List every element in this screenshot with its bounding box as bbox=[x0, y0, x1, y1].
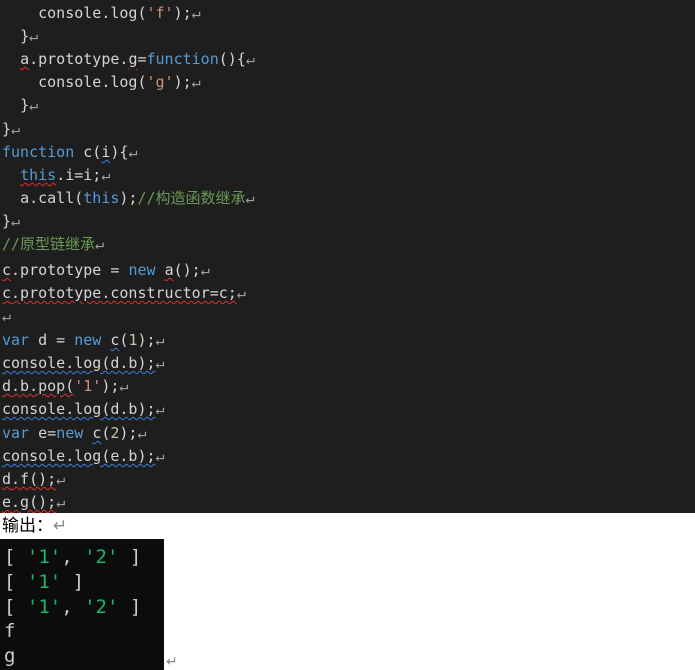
paragraph-mark: ↵ bbox=[56, 470, 66, 488]
code-line-10: }↵ bbox=[2, 212, 21, 230]
code-line-5: }↵ bbox=[20, 96, 39, 114]
paragraph-mark: ↵ bbox=[29, 27, 39, 45]
code-line-17: d.b.pop('1');↵ bbox=[2, 377, 129, 395]
code-line-12: c.prototype = new a();↵ bbox=[2, 261, 210, 279]
console-line-5: g bbox=[4, 645, 16, 667]
code-token: console bbox=[38, 4, 102, 22]
paragraph-mark: ↵ bbox=[245, 189, 255, 207]
paragraph-mark: ↵ bbox=[2, 307, 12, 325]
console-line-2: [ '1' ] bbox=[4, 571, 85, 593]
console-line-4: f bbox=[4, 620, 16, 642]
code-line-13: c.prototype.constructor=c;↵ bbox=[2, 284, 246, 302]
code-line-8: this.i=i;↵ bbox=[20, 166, 111, 184]
paragraph-mark: ↵ bbox=[128, 143, 138, 161]
code-line-11: //原型链继承↵ bbox=[2, 235, 105, 253]
paragraph-mark: ↵ bbox=[245, 50, 255, 68]
code-line-20: console.log(e.b);↵ bbox=[2, 447, 165, 465]
code-line-1: console.log('f');↵ bbox=[38, 4, 201, 22]
code-line-19: var e=new c(2);↵ bbox=[2, 424, 147, 442]
code-line-2: }↵ bbox=[20, 27, 39, 45]
code-line-16: console.log(d.b);↵ bbox=[2, 354, 165, 372]
code-line-6: }↵ bbox=[2, 120, 21, 138]
paragraph-mark: ↵ bbox=[53, 516, 68, 536]
code-line-21: d.f();↵ bbox=[2, 470, 66, 488]
paragraph-mark: ↵ bbox=[95, 235, 105, 253]
paragraph-mark: ↵ bbox=[155, 331, 165, 349]
code-line-22: e.g();↵ bbox=[2, 493, 66, 511]
paragraph-mark: ↵ bbox=[236, 284, 246, 302]
paragraph-mark: ↵ bbox=[191, 4, 201, 22]
console-line-1: [ '1', '2' ] bbox=[4, 546, 142, 568]
paragraph-mark: ↵ bbox=[137, 424, 147, 442]
console-output: [ '1', '2' ] [ '1' ] [ '1', '2' ] f g bbox=[0, 539, 164, 670]
paragraph-mark: ↵ bbox=[200, 261, 210, 279]
code-editor: console.log('f');↵ }↵ a.prototype.g=func… bbox=[0, 0, 695, 513]
paragraph-mark: ↵ bbox=[119, 377, 129, 395]
code-line-7: function c(i){↵ bbox=[2, 143, 138, 161]
paragraph-mark: ↵ bbox=[155, 447, 165, 465]
paragraph-mark: ↵ bbox=[11, 120, 21, 138]
code-line-4: console.log('g');↵ bbox=[38, 73, 201, 91]
paragraph-mark: ↵ bbox=[155, 354, 165, 372]
code-line-14: ↵ bbox=[2, 305, 11, 328]
paragraph-mark: ↵ bbox=[155, 400, 165, 418]
paragraph-mark: ↵ bbox=[191, 73, 201, 91]
paragraph-mark: ↵ bbox=[166, 654, 178, 670]
console-line-3: [ '1', '2' ] bbox=[4, 596, 142, 618]
code-line-9: a.call(this);//构造函数继承↵ bbox=[20, 189, 255, 207]
paragraph-mark: ↵ bbox=[29, 96, 39, 114]
code-line-18: console.log(d.b);↵ bbox=[2, 400, 165, 418]
paragraph-mark: ↵ bbox=[11, 212, 21, 230]
output-label: 输出：↵ bbox=[2, 516, 68, 536]
paragraph-mark: ↵ bbox=[101, 166, 111, 184]
code-line-15: var d = new c(1);↵ bbox=[2, 331, 165, 349]
code-line-3: a.prototype.g=function(){↵ bbox=[20, 50, 255, 68]
paragraph-mark: ↵ bbox=[56, 493, 66, 511]
